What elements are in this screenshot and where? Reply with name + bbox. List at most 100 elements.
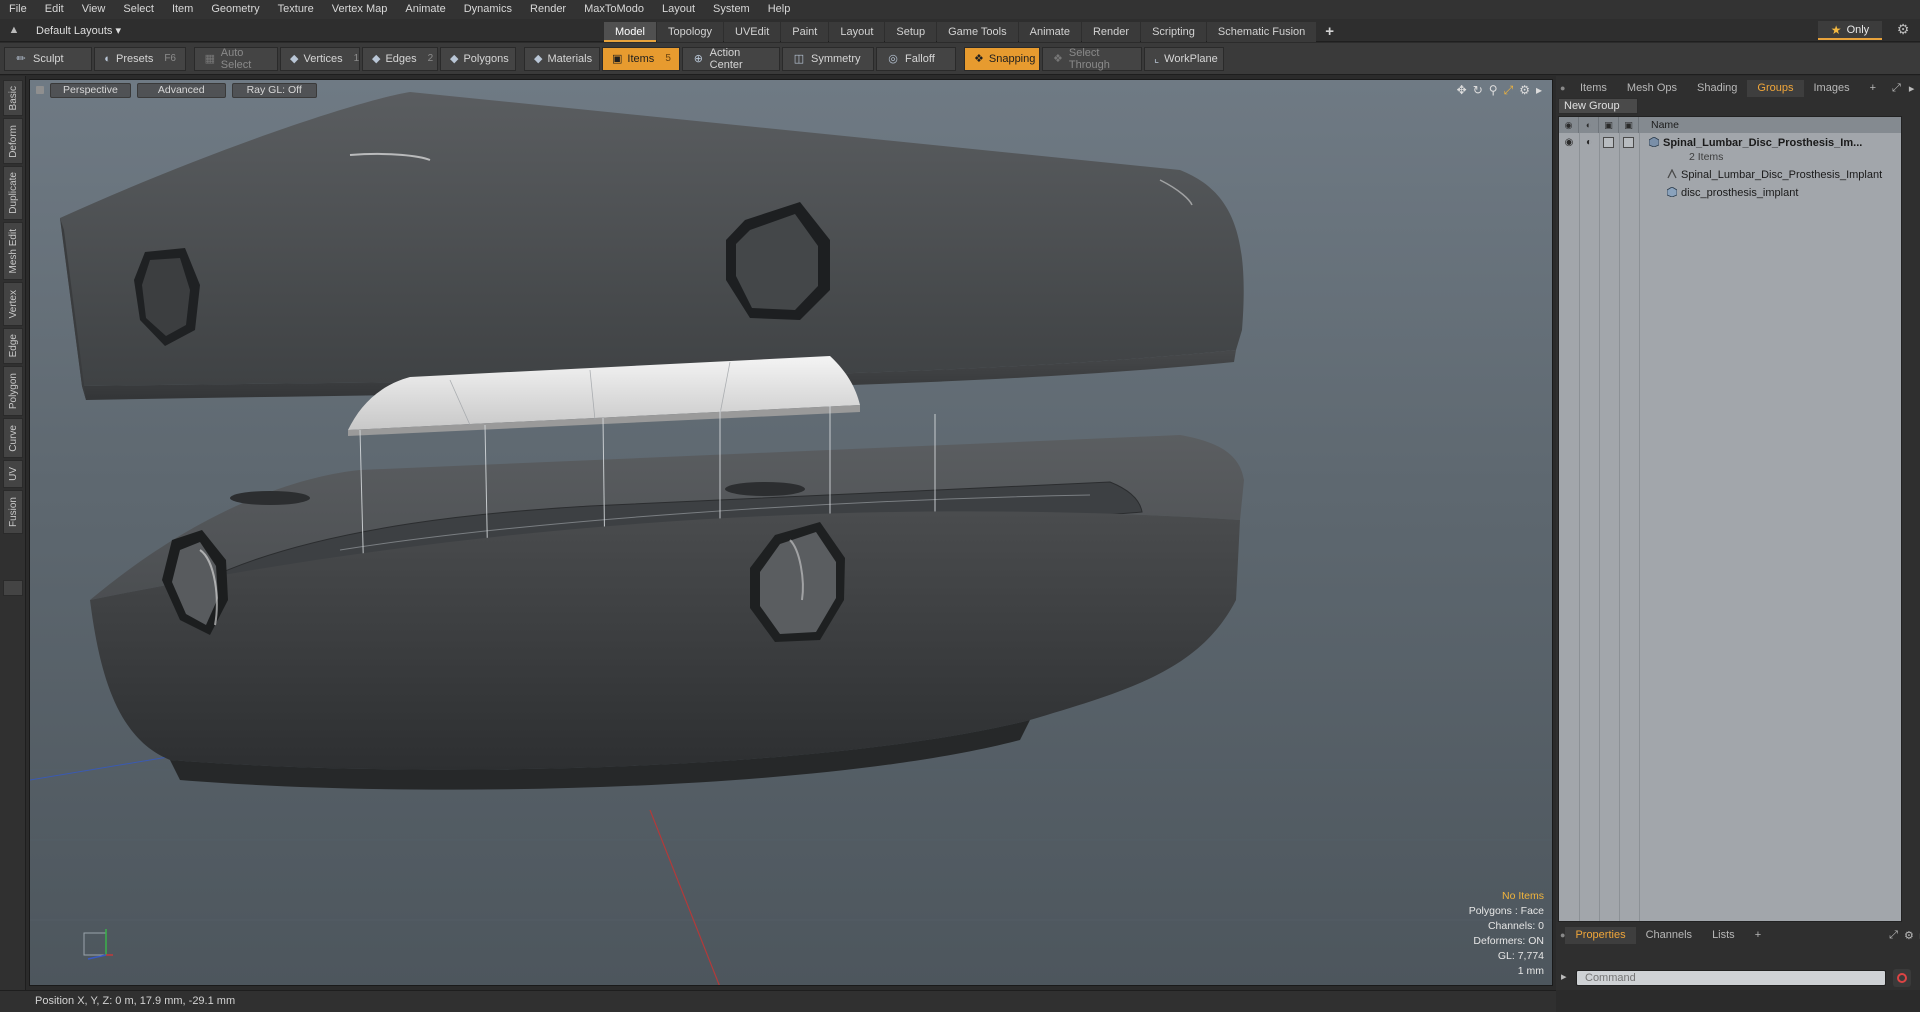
vtab-vertex[interactable]: Vertex xyxy=(3,282,23,326)
vtab-mesh-edit[interactable]: Mesh Edit xyxy=(3,222,23,280)
panel-expand-icon[interactable]: ⤢ xyxy=(1892,82,1901,95)
raygl-toggle[interactable]: Ray GL: Off xyxy=(231,82,317,98)
tab-scripting[interactable]: Scripting xyxy=(1141,22,1206,42)
panel-arrow-icon[interactable]: ▸ xyxy=(1909,82,1915,95)
gear-icon[interactable]: ⚙ xyxy=(1893,21,1913,40)
add-tab-button[interactable]: + xyxy=(1317,22,1342,42)
items-button[interactable]: ▣ Items 5 xyxy=(602,46,680,71)
tab-schematic-fusion[interactable]: Schematic Fusion xyxy=(1206,22,1317,42)
layout-dropdown[interactable]: Default Layouts ▾ xyxy=(28,24,129,37)
sculpt-button[interactable]: ✏ Sculpt xyxy=(4,46,92,71)
panel-expand-icon[interactable]: ⤢ xyxy=(1889,929,1898,942)
vtab-uv[interactable]: UV xyxy=(3,460,23,488)
visibility-column-icon[interactable]: ◉ xyxy=(1559,117,1579,133)
menu-maxtomodo[interactable]: MaxToModo xyxy=(575,0,653,19)
tab-groups[interactable]: Groups xyxy=(1747,79,1804,97)
tab-render[interactable]: Render xyxy=(1081,22,1141,42)
vtab-polygon[interactable]: Polygon xyxy=(3,366,23,416)
menu-select[interactable]: Select xyxy=(114,0,163,19)
record-macro-button[interactable] xyxy=(1893,969,1911,987)
command-history-icon[interactable]: ▸ xyxy=(1561,970,1567,983)
select-through-button[interactable]: ❖ Select Through xyxy=(1042,46,1142,71)
viewport-settings-icon[interactable]: ⚙ xyxy=(1519,83,1530,98)
only-toggle-button[interactable]: ★ Only xyxy=(1818,21,1882,40)
lock-checkbox[interactable] xyxy=(1603,137,1614,148)
menu-file[interactable]: File xyxy=(0,0,36,19)
menu-help[interactable]: Help xyxy=(759,0,800,19)
panel-menu-icon[interactable]: ● xyxy=(1556,83,1570,93)
command-input[interactable] xyxy=(1576,970,1886,986)
materials-button[interactable]: ◆ Materials xyxy=(524,46,600,71)
tab-shading[interactable]: Shading xyxy=(1687,80,1747,97)
vtab-curve[interactable]: Curve xyxy=(3,418,23,458)
zoom-view-icon[interactable]: ⚲ xyxy=(1489,83,1498,98)
panel-settings-icon[interactable]: ⚙ xyxy=(1904,929,1914,942)
tab-paint[interactable]: Paint xyxy=(781,22,829,42)
viewport-expand-icon[interactable]: ▸ xyxy=(1536,83,1542,98)
tab-images[interactable]: Images xyxy=(1804,80,1860,97)
tab-lists[interactable]: Lists xyxy=(1702,927,1745,944)
layout-collapse-icon[interactable]: ▲ xyxy=(0,19,28,42)
view-type-dropdown[interactable]: Perspective xyxy=(50,82,131,98)
menu-texture[interactable]: Texture xyxy=(269,0,323,19)
tab-animate[interactable]: Animate xyxy=(1018,22,1081,42)
menu-layout[interactable]: Layout xyxy=(653,0,704,19)
falloff-button[interactable]: ◎ Falloff xyxy=(876,46,956,71)
fit-view-icon[interactable]: ⤢ xyxy=(1504,83,1514,98)
tab-setup[interactable]: Setup xyxy=(885,22,937,42)
edges-button[interactable]: ◆ Edges 2 xyxy=(362,46,438,71)
select-checkbox[interactable] xyxy=(1623,137,1634,148)
render-column-icon[interactable]: ◐ xyxy=(1579,117,1599,133)
menu-dynamics[interactable]: Dynamics xyxy=(455,0,521,19)
list-item[interactable]: Spinal_Lumbar_Disc_Prosthesis_Implant xyxy=(1559,166,1901,183)
tab-model[interactable]: Model xyxy=(604,22,656,42)
menu-system[interactable]: System xyxy=(704,0,759,19)
menu-geometry[interactable]: Geometry xyxy=(202,0,268,19)
workplane-button[interactable]: ⌞ WorkPlane xyxy=(1144,46,1224,71)
lock-column-icon[interactable]: ▣ xyxy=(1599,117,1619,133)
tab-items[interactable]: Items xyxy=(1570,80,1617,97)
menu-vertex-map[interactable]: Vertex Map xyxy=(323,0,397,19)
menu-edit[interactable]: Edit xyxy=(36,0,73,19)
menu-animate[interactable]: Animate xyxy=(396,0,454,19)
new-group-button[interactable]: New Group xyxy=(1558,98,1638,114)
only-label: Only xyxy=(1846,23,1870,36)
menu-view[interactable]: View xyxy=(73,0,115,19)
panel-menu-icon[interactable]: ● xyxy=(1556,930,1565,940)
action-center-button[interactable]: ⊕ Action Center xyxy=(682,46,780,71)
render-icon[interactable]: ◐ xyxy=(1583,137,1595,148)
auto-select-button[interactable]: ▦ Auto Select xyxy=(194,46,278,71)
select-column-icon[interactable]: ▣ xyxy=(1619,117,1639,133)
vtab-edge[interactable]: Edge xyxy=(3,328,23,364)
vtab-extra[interactable] xyxy=(3,580,23,596)
viewport-menu-icon[interactable] xyxy=(36,86,44,94)
rotate-view-icon[interactable]: ↻ xyxy=(1473,83,1483,98)
menu-item[interactable]: Item xyxy=(163,0,202,19)
3d-viewport[interactable]: Perspective Advanced Ray GL: Off ✥ ↻ ⚲ ⤢… xyxy=(29,79,1553,986)
vtab-basic[interactable]: Basic xyxy=(3,80,23,116)
menu-bar: File Edit View Select Item Geometry Text… xyxy=(0,0,1920,19)
tab-layout[interactable]: Layout xyxy=(829,22,885,42)
list-item[interactable]: disc_prosthesis_implant xyxy=(1559,184,1901,201)
eye-icon[interactable]: ◉ xyxy=(1563,137,1575,148)
name-column-header[interactable]: Name xyxy=(1639,119,1679,131)
menu-render[interactable]: Render xyxy=(521,0,575,19)
add-panel-tab-button[interactable]: + xyxy=(1860,80,1886,97)
tab-channels[interactable]: Channels xyxy=(1636,927,1702,944)
vtab-duplicate[interactable]: Duplicate xyxy=(3,166,23,220)
snapping-button[interactable]: ❖ Snapping xyxy=(964,46,1040,71)
add-properties-tab-button[interactable]: + xyxy=(1745,927,1771,944)
shading-dropdown[interactable]: Advanced xyxy=(136,82,226,98)
tab-uvedit[interactable]: UVEdit xyxy=(724,22,781,42)
tab-topology[interactable]: Topology xyxy=(656,22,724,42)
tab-properties[interactable]: Properties xyxy=(1565,926,1636,944)
symmetry-button[interactable]: ◫ Symmetry xyxy=(782,46,874,71)
polygons-button[interactable]: ◆ Polygons xyxy=(440,46,516,71)
move-view-icon[interactable]: ✥ xyxy=(1457,83,1467,98)
tab-game-tools[interactable]: Game Tools xyxy=(937,22,1018,42)
vertices-button[interactable]: ◆ Vertices 1 xyxy=(280,46,360,71)
presets-button[interactable]: ◐ Presets F6 xyxy=(94,46,186,71)
vtab-fusion[interactable]: Fusion xyxy=(3,490,23,534)
vtab-deform[interactable]: Deform xyxy=(3,118,23,164)
tab-mesh-ops[interactable]: Mesh Ops xyxy=(1617,80,1687,97)
